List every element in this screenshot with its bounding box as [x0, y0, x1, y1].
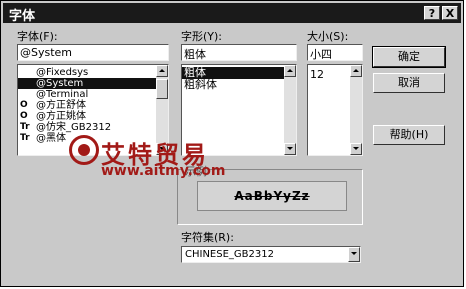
size-list[interactable]: 12: [307, 64, 363, 156]
charset-value: CHINESE_GB2312: [185, 249, 274, 260]
font-label: 字体(F):: [17, 30, 58, 43]
font-item-label: @Terminal: [36, 89, 89, 100]
chevron-down-icon[interactable]: [348, 247, 360, 262]
charset-select[interactable]: CHINESE_GB2312: [181, 246, 361, 263]
style-label: 字形(Y):: [181, 30, 223, 43]
style-input[interactable]: 粗体: [181, 44, 297, 61]
size-item-label: 12: [310, 68, 324, 81]
title-bar[interactable]: 字体 ? X: [3, 3, 461, 24]
font-item-label: @黑体: [36, 133, 66, 144]
watermark-logo-icon: [69, 135, 99, 165]
scroll-down-icon[interactable]: [284, 143, 296, 155]
ok-button[interactable]: 确定: [372, 46, 446, 68]
sample-preview: AaBbYyZz: [197, 181, 347, 211]
font-dialog: 字体 ? X 字体(F): @System @Fixedsys @System @T…: [0, 0, 464, 287]
font-list-item[interactable]: @Terminal: [18, 89, 168, 100]
style-list-scrollbar[interactable]: [284, 65, 296, 155]
scroll-up-icon[interactable]: [284, 65, 296, 77]
style-list-item[interactable]: 粗斜体: [182, 79, 296, 91]
font-list-item[interactable]: @Fixedsys: [18, 67, 168, 78]
help-icon[interactable]: ?: [424, 6, 440, 20]
font-type-icon: Tr: [20, 133, 30, 143]
font-item-label: @方正姚体: [36, 111, 86, 122]
font-list-item[interactable]: Tr @仿宋_GB2312: [18, 122, 168, 133]
scroll-down-icon[interactable]: [350, 143, 362, 155]
font-item-label: @方正舒体: [36, 100, 86, 111]
font-input[interactable]: @System: [17, 44, 169, 61]
font-list-item[interactable]: @System: [18, 78, 168, 89]
scroll-up-icon[interactable]: [156, 65, 168, 77]
watermark-url: www.aitmy.com: [101, 163, 226, 179]
size-list-scrollbar[interactable]: [350, 65, 362, 155]
style-item-label: 粗斜体: [184, 78, 217, 91]
font-type-icon: Tr: [20, 122, 30, 132]
scroll-thumb[interactable]: [156, 79, 168, 99]
cancel-button[interactable]: 取消: [373, 73, 445, 93]
scroll-up-icon[interactable]: [350, 65, 362, 77]
size-label: 大小(S):: [307, 30, 349, 43]
close-icon[interactable]: X: [442, 6, 458, 20]
font-type-icon: O: [20, 100, 28, 110]
sample-text: AaBbYyZz: [234, 189, 310, 203]
charset-label: 字符集(R):: [181, 231, 234, 244]
font-item-label: @仿宋_GB2312: [36, 122, 112, 133]
font-type-icon: O: [20, 111, 28, 121]
font-item-label: @Fixedsys: [36, 67, 89, 78]
help-button[interactable]: 帮助(H): [373, 125, 445, 145]
size-input[interactable]: 小四: [307, 44, 363, 61]
font-list-item[interactable]: O @方正姚体: [18, 111, 168, 122]
window-title: 字体: [9, 9, 36, 24]
font-list-item[interactable]: O @方正舒体: [18, 100, 168, 111]
font-item-label: @System: [36, 78, 84, 89]
